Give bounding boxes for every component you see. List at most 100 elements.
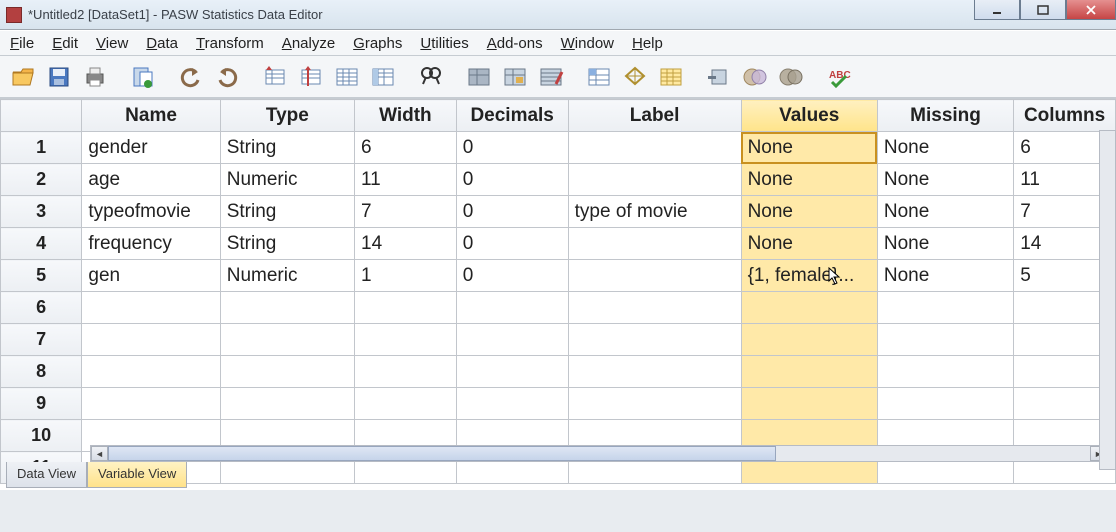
cell-values[interactable]	[741, 388, 877, 420]
menu-file[interactable]: File	[10, 35, 34, 52]
menu-utilities[interactable]: Utilities	[420, 35, 468, 52]
horizontal-scrollbar[interactable]: ◄ ►	[90, 445, 1108, 462]
tab-variable-view[interactable]: Variable View	[87, 462, 187, 488]
circle2-icon[interactable]	[774, 60, 808, 94]
row-header[interactable]: 9	[1, 388, 82, 420]
table-row[interactable]: 4frequencyString140NoneNone14	[1, 228, 1116, 260]
find-icon[interactable]	[414, 60, 448, 94]
row-header[interactable]: 5	[1, 260, 82, 292]
cell-values[interactable]: {1, female}...	[741, 260, 877, 292]
corner-cell[interactable]	[1, 100, 82, 132]
goto-case-icon[interactable]	[258, 60, 292, 94]
cell-values[interactable]: None	[741, 164, 877, 196]
table-row[interactable]: 5genNumeric10{1, female}...None5	[1, 260, 1116, 292]
col-header-label[interactable]: Label	[568, 100, 741, 132]
cell-values[interactable]	[741, 292, 877, 324]
row-header[interactable]: 8	[1, 356, 82, 388]
save-icon[interactable]	[42, 60, 76, 94]
maximize-button[interactable]	[1020, 0, 1066, 20]
recall-dialog-icon[interactable]	[126, 60, 160, 94]
weight-cases-icon[interactable]	[498, 60, 532, 94]
cell-values[interactable]: None	[741, 196, 877, 228]
use-sets-icon[interactable]	[618, 60, 652, 94]
table-row[interactable]: 9	[1, 388, 1116, 420]
table-row[interactable]: 1genderString60NoneNone6	[1, 132, 1116, 164]
cell-type[interactable]: Numeric	[220, 260, 354, 292]
show-all-icon[interactable]	[654, 60, 688, 94]
run-pending-icon[interactable]	[366, 60, 400, 94]
row-header[interactable]: 4	[1, 228, 82, 260]
cell-values[interactable]: None	[741, 132, 877, 164]
col-header-columns[interactable]: Columns	[1014, 100, 1116, 132]
menu-help[interactable]: Help	[632, 35, 663, 52]
cell-name[interactable]: typeofmovie	[82, 196, 220, 228]
cell-values[interactable]: None	[741, 228, 877, 260]
row-header[interactable]: 3	[1, 196, 82, 228]
cell-missing[interactable]: None	[877, 196, 1013, 228]
menu-view[interactable]: View	[96, 35, 128, 52]
cell-missing[interactable]: None	[877, 132, 1013, 164]
row-header[interactable]: 10	[1, 420, 82, 452]
open-icon[interactable]	[6, 60, 40, 94]
goto-variable-icon[interactable]	[294, 60, 328, 94]
col-header-decimals[interactable]: Decimals	[456, 100, 568, 132]
menu-addons[interactable]: Add-ons	[487, 35, 543, 52]
cell-values[interactable]	[741, 324, 877, 356]
cell-label[interactable]	[568, 132, 741, 164]
scroll-left-arrow-icon[interactable]: ◄	[91, 446, 108, 461]
cell-width[interactable]: 14	[355, 228, 457, 260]
table-row[interactable]: 8	[1, 356, 1116, 388]
cell-decimals[interactable]: 0	[456, 164, 568, 196]
cell-name[interactable]: age	[82, 164, 220, 196]
cell-label[interactable]	[568, 260, 741, 292]
cell-type[interactable]: String	[220, 228, 354, 260]
row-header[interactable]: 6	[1, 292, 82, 324]
vertical-scrollbar[interactable]	[1099, 130, 1116, 470]
table-row[interactable]: 3typeofmovieString70type of movieNoneNon…	[1, 196, 1116, 228]
menu-analyze[interactable]: Analyze	[282, 35, 335, 52]
cell-label[interactable]: type of movie	[568, 196, 741, 228]
col-header-name[interactable]: Name	[82, 100, 220, 132]
print-icon[interactable]	[78, 60, 112, 94]
cell-decimals[interactable]: 0	[456, 196, 568, 228]
cell-decimals[interactable]: 0	[456, 228, 568, 260]
select-cases-icon[interactable]	[534, 60, 568, 94]
circle1-icon[interactable]	[738, 60, 772, 94]
close-button[interactable]	[1066, 0, 1116, 20]
cell-width[interactable]: 11	[355, 164, 457, 196]
cell-width[interactable]: 6	[355, 132, 457, 164]
cell-values[interactable]	[741, 356, 877, 388]
cell-decimals[interactable]: 0	[456, 132, 568, 164]
row-header[interactable]: 1	[1, 132, 82, 164]
redo-icon[interactable]	[210, 60, 244, 94]
cell-label[interactable]	[568, 164, 741, 196]
cell-missing[interactable]: None	[877, 260, 1013, 292]
col-header-width[interactable]: Width	[355, 100, 457, 132]
scroll-thumb[interactable]	[108, 446, 776, 461]
cell-missing[interactable]: None	[877, 228, 1013, 260]
row-header[interactable]: 2	[1, 164, 82, 196]
insert-cases-icon[interactable]	[702, 60, 736, 94]
col-header-type[interactable]: Type	[220, 100, 354, 132]
menu-window[interactable]: Window	[561, 35, 614, 52]
cell-type[interactable]: Numeric	[220, 164, 354, 196]
cell-name[interactable]: gender	[82, 132, 220, 164]
spellcheck-icon[interactable]: ABC	[822, 60, 856, 94]
cell-decimals[interactable]: 0	[456, 260, 568, 292]
split-file-icon[interactable]	[462, 60, 496, 94]
variables-icon[interactable]	[330, 60, 364, 94]
cell-type[interactable]: String	[220, 196, 354, 228]
table-row[interactable]: 2ageNumeric110NoneNone11	[1, 164, 1116, 196]
value-labels-icon[interactable]	[582, 60, 616, 94]
menu-graphs[interactable]: Graphs	[353, 35, 402, 52]
variable-grid[interactable]: Name Type Width Decimals Label Values Mi…	[0, 99, 1116, 484]
cell-type[interactable]: String	[220, 132, 354, 164]
col-header-missing[interactable]: Missing	[877, 100, 1013, 132]
menu-transform[interactable]: Transform	[196, 35, 264, 52]
cell-name[interactable]: frequency	[82, 228, 220, 260]
table-row[interactable]: 7	[1, 324, 1116, 356]
menu-edit[interactable]: Edit	[52, 35, 78, 52]
tab-data-view[interactable]: Data View	[6, 462, 87, 488]
menu-data[interactable]: Data	[146, 35, 178, 52]
cell-width[interactable]: 7	[355, 196, 457, 228]
